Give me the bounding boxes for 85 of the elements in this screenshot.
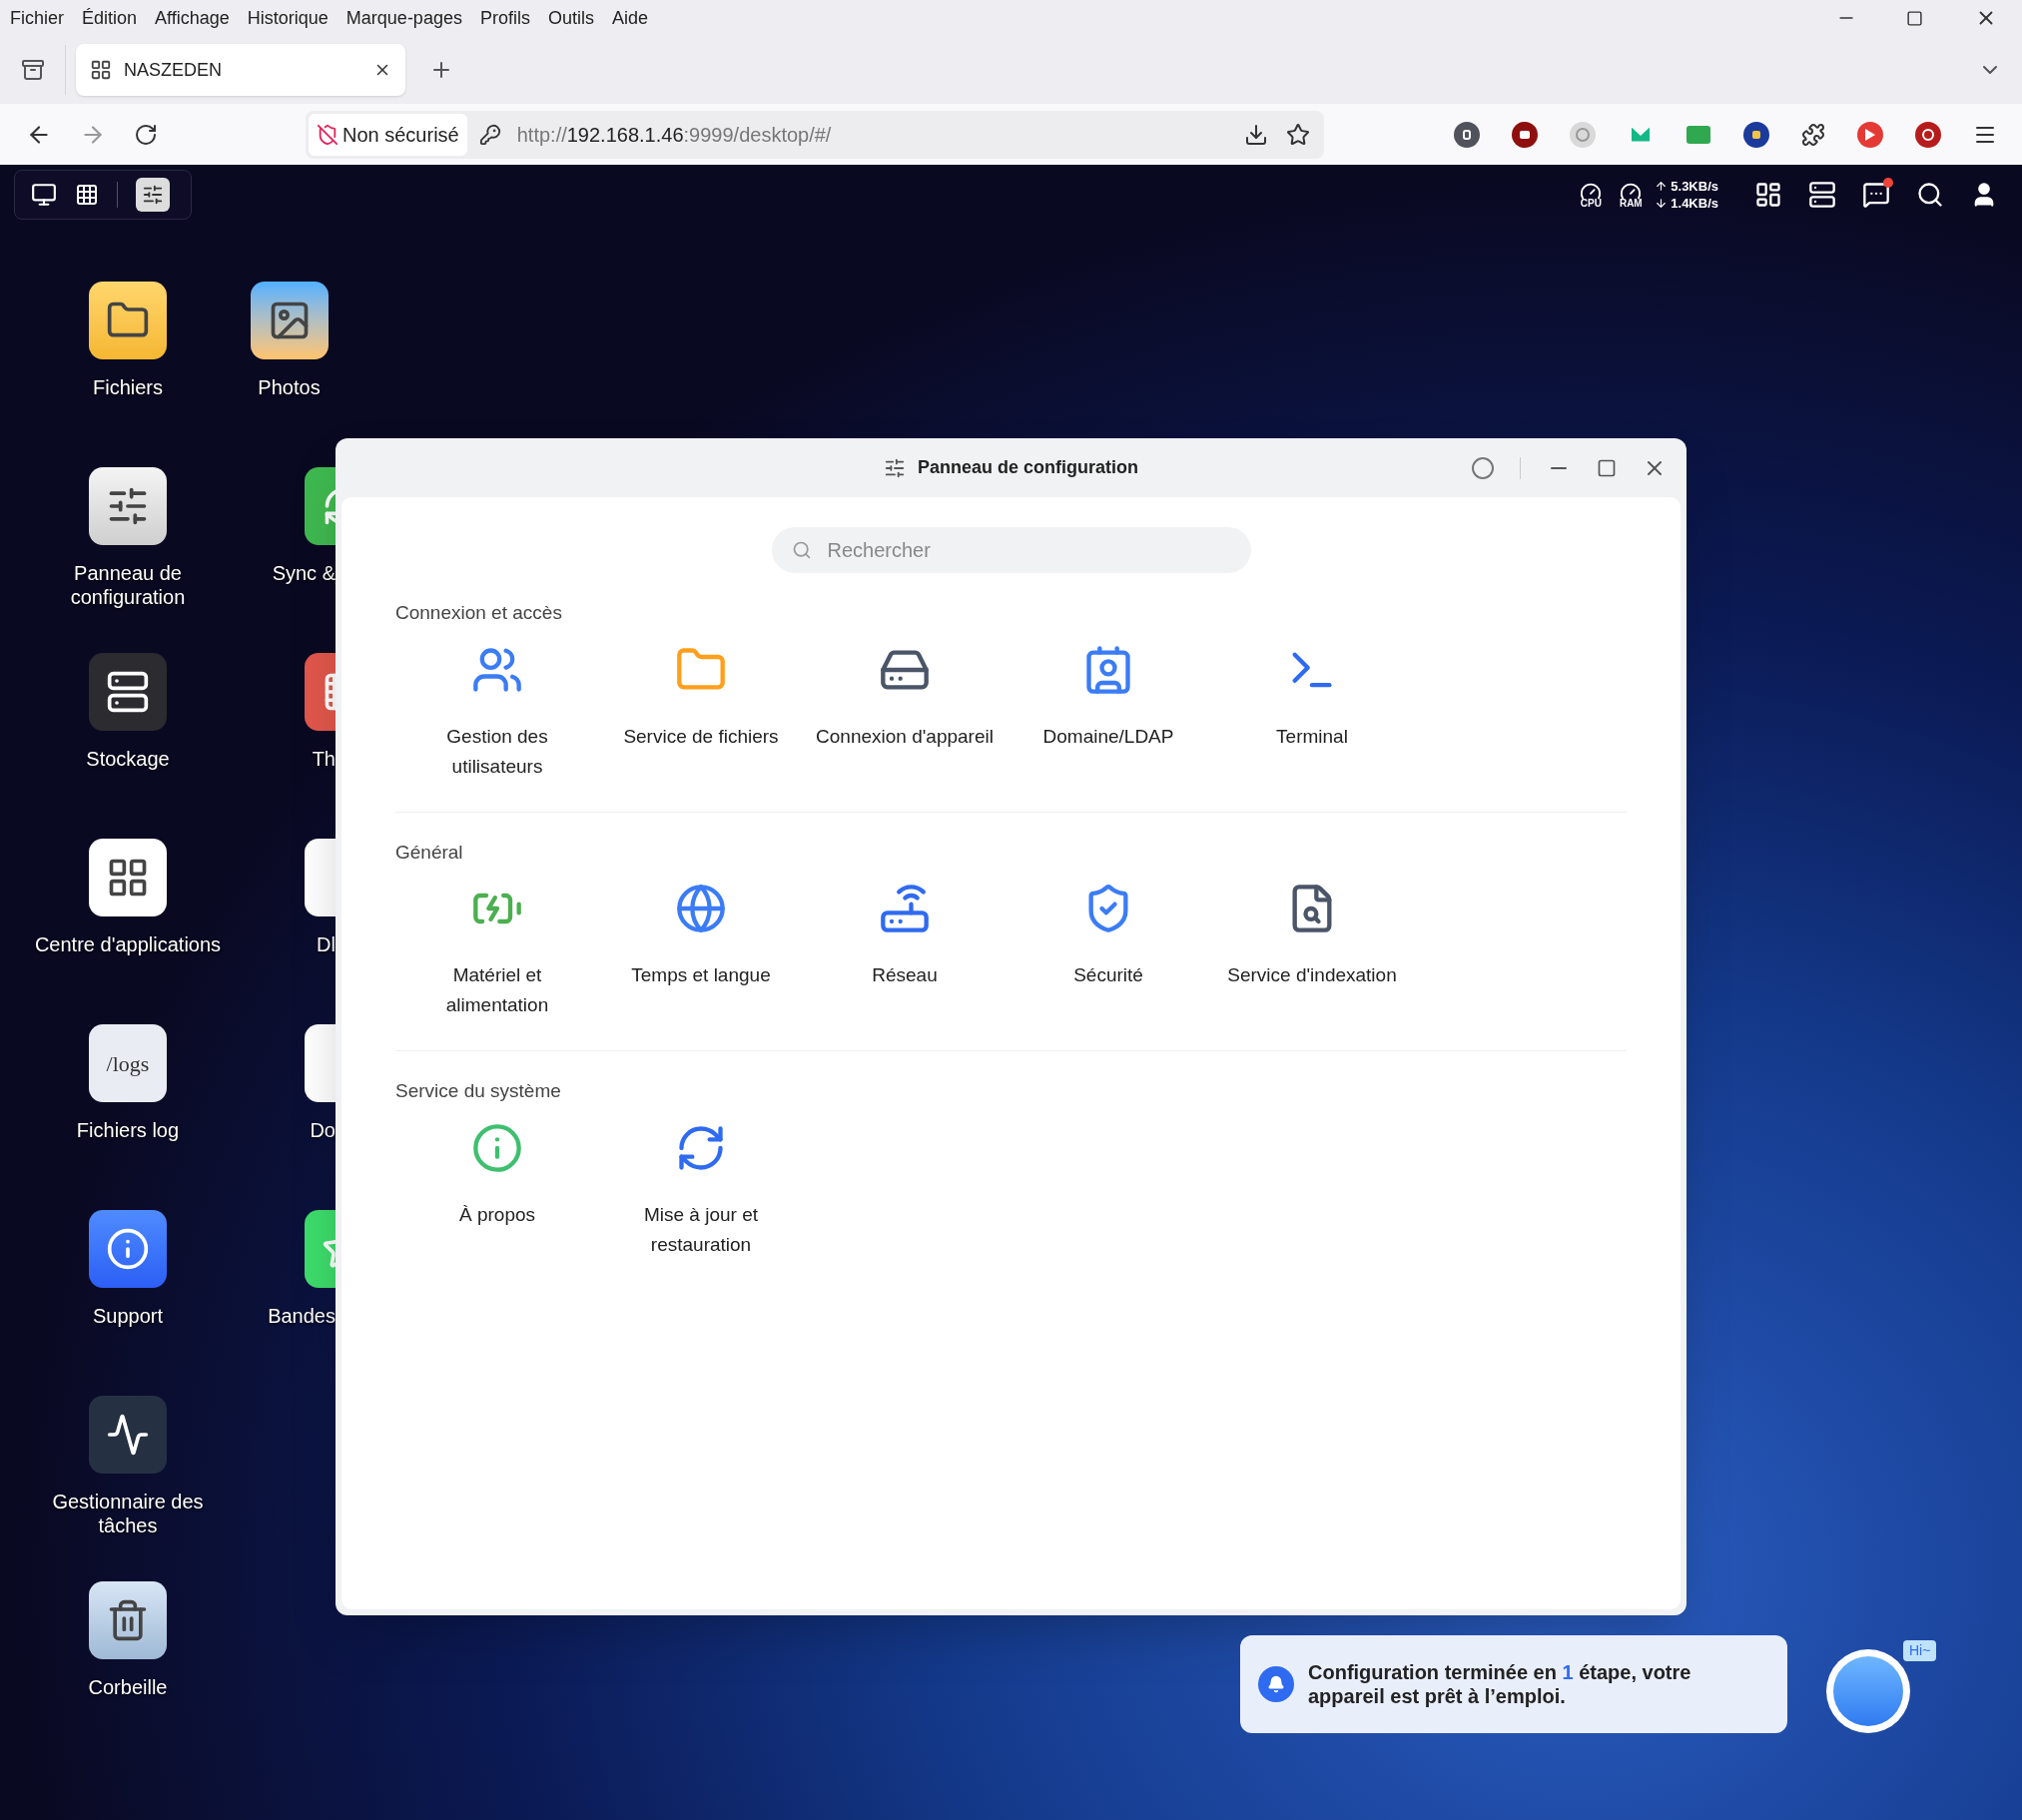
settings-item-label[interactable]: Gestion des utilisateurs	[399, 721, 595, 782]
security-indicator[interactable]: Non sécurisé	[309, 113, 467, 156]
menu-item[interactable]: Fichier	[10, 4, 64, 32]
tab-favicon-icon	[90, 59, 112, 81]
app-label[interactable]: Th	[312, 747, 336, 771]
app-label[interactable]: Sync &	[272, 561, 336, 585]
router-icon[interactable]	[879, 883, 931, 934]
speech-bubble: Hi~	[1903, 1640, 1937, 1661]
window-icon	[884, 456, 906, 479]
app-label[interactable]: Support	[92, 1304, 164, 1328]
section-heading: Service du système	[395, 1079, 562, 1103]
trash-icon[interactable]	[89, 1581, 167, 1659]
settings-item-label[interactable]: Domaine/LDAP	[1042, 721, 1174, 752]
search-icon[interactable]	[1916, 181, 1944, 209]
notification-message: Configuration terminée en 1 étape, votre appareil est prêt à l’emploi.	[1308, 1660, 1692, 1708]
tab-overview-icon[interactable]	[20, 58, 45, 82]
widgets-icon[interactable]	[1754, 181, 1782, 209]
menu-item[interactable]: Affichage	[155, 4, 230, 32]
maximize-icon[interactable]	[1906, 9, 1923, 27]
settings-item-label[interactable]: Service d'indexation	[1227, 960, 1397, 990]
globe-icon[interactable]	[675, 883, 727, 934]
extensions-icon[interactable]	[1801, 122, 1825, 147]
ram-gauge[interactable]: RAM	[1615, 181, 1648, 209]
settings-item-label[interactable]: Connexion d'appareil	[816, 721, 994, 752]
save-page-icon[interactable]	[1244, 122, 1268, 147]
upload-speed: 5.3KB/s	[1671, 178, 1718, 195]
photo-icon[interactable]	[250, 282, 329, 359]
settings-item-label[interactable]: Réseau	[872, 960, 938, 990]
settings-item-label[interactable]: Mise à jour et restauration	[603, 1199, 799, 1260]
bookmark-star-icon[interactable]	[1286, 122, 1310, 147]
menu-item[interactable]: Profils	[479, 4, 530, 32]
search-icon	[791, 540, 812, 560]
log-file-icon[interactable]: /logs	[89, 1024, 167, 1102]
menu-item[interactable]: Marque-pages	[345, 4, 462, 32]
window-title: Panneau de configuration	[918, 456, 1138, 479]
section-heading: Général	[395, 840, 464, 865]
desktop-icon[interactable]	[31, 182, 57, 208]
settings-item-label[interactable]: Service de fichiers	[623, 721, 779, 752]
reload-icon[interactable]	[134, 122, 158, 147]
menu-item[interactable]: Aide	[611, 4, 648, 32]
menu-item[interactable]: Historique	[247, 4, 329, 32]
folder-icon[interactable]	[89, 282, 167, 359]
shield-slash-icon	[317, 123, 338, 146]
app-label[interactable]: Dl	[317, 932, 336, 956]
browser-tab[interactable]: NASZEDEN	[76, 44, 405, 96]
sliders-icon[interactable]	[89, 467, 167, 545]
apps-grid-icon[interactable]	[75, 183, 99, 207]
extension-icon[interactable]	[1454, 121, 1480, 148]
search-field[interactable]: Rechercher	[771, 527, 1251, 573]
url-text: http://192.168.1.46:9999/desktop/#/	[516, 122, 832, 148]
key-icon[interactable]	[478, 123, 501, 146]
maximize-icon[interactable]	[1597, 457, 1617, 478]
section-heading: Connexion et accès	[395, 601, 563, 625]
control-panel-taskbar-icon[interactable]	[136, 178, 170, 212]
upload-arrow-icon	[1655, 180, 1669, 193]
app-label[interactable]: Bandes	[268, 1304, 336, 1328]
menu-item[interactable]: Outils	[547, 4, 594, 32]
bell-icon	[1258, 1666, 1294, 1702]
app-label[interactable]: Fichiers	[93, 375, 163, 399]
settings-item-label[interactable]: Temps et langue	[631, 960, 771, 990]
settings-item-label[interactable]: Sécurité	[1073, 960, 1143, 990]
app-label[interactable]: Corbeille	[88, 1675, 168, 1699]
cpu-gauge[interactable]: CPU	[1575, 181, 1608, 209]
menu-item[interactable]: Édition	[82, 4, 138, 32]
app-label[interactable]: Photos	[258, 375, 321, 399]
storage-bays-icon[interactable]	[89, 653, 167, 731]
address-bar[interactable]: Non sécurisé http://192.168.1.46:9999/desktop/#/	[306, 110, 1324, 159]
messages-icon[interactable]	[1862, 181, 1890, 209]
app-label[interactable]: Do	[310, 1118, 336, 1142]
download-arrow-icon	[1655, 197, 1669, 210]
download-speed: 1.4KB/s	[1671, 195, 1718, 212]
settings-item-label[interactable]: Terminal	[1276, 721, 1348, 752]
app-label[interactable]: Fichiers log	[76, 1118, 180, 1142]
app-label[interactable]: Centre d'applications	[34, 932, 222, 956]
settings-item-label[interactable]: Matériel et alimentation	[399, 960, 595, 1020]
settings-item-label[interactable]: À propos	[458, 1199, 535, 1230]
app-label[interactable]: Stockage	[86, 747, 170, 771]
sync-icon[interactable]	[305, 467, 336, 545]
app-label[interactable]: Gestionnaire des tâches	[25, 1490, 231, 1537]
activity-chart-icon[interactable]	[89, 1396, 167, 1474]
circles-extension-icon[interactable]	[1570, 121, 1596, 148]
app-center-icon[interactable]	[89, 839, 167, 916]
app-label[interactable]: Panneau de configuration	[25, 561, 231, 609]
tasks-icon[interactable]	[1808, 181, 1836, 209]
play-extension-icon[interactable]	[1857, 121, 1883, 148]
